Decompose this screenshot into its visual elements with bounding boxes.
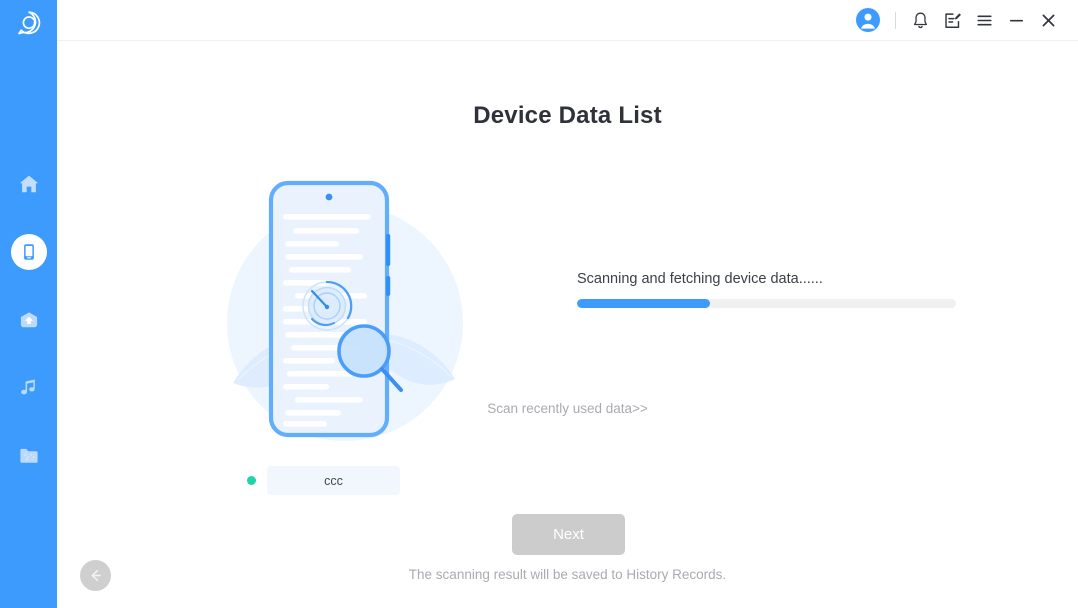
account-button[interactable] xyxy=(849,0,887,40)
feedback-button[interactable] xyxy=(936,0,968,40)
minimize-icon xyxy=(1009,19,1023,21)
cloud-icon xyxy=(18,309,40,331)
page-title: Device Data List xyxy=(473,102,662,129)
home-icon xyxy=(18,173,40,195)
sidebar xyxy=(0,0,57,608)
device-entry: ccc xyxy=(247,466,400,495)
scan-status-text: Scanning and fetching device data...... xyxy=(577,271,823,287)
sidebar-item-music[interactable] xyxy=(0,354,57,422)
sidebar-item-home[interactable] xyxy=(0,150,57,218)
bell-icon xyxy=(913,12,927,28)
music-note-icon xyxy=(18,377,40,399)
device-status-dot xyxy=(247,476,256,485)
scan-status-panel: Scanning and fetching device data...... xyxy=(577,271,957,308)
scan-progress-bar xyxy=(577,299,956,308)
device-name-chip[interactable]: ccc xyxy=(267,466,400,495)
scan-progress-fill xyxy=(577,299,710,308)
edit-note-icon xyxy=(944,12,961,28)
title-bar xyxy=(57,0,1078,41)
next-button[interactable]: Next xyxy=(512,514,625,555)
application-window: Device Data List Scanning and fetching d… xyxy=(0,0,1078,608)
close-icon xyxy=(1042,14,1054,26)
minimize-button[interactable] xyxy=(1000,0,1032,40)
menu-button[interactable] xyxy=(968,0,1000,40)
app-logo-icon[interactable] xyxy=(12,6,45,39)
notifications-button[interactable] xyxy=(904,0,936,40)
sidebar-item-backup[interactable] xyxy=(0,286,57,354)
scan-recent-data-link[interactable]: Scan recently used data>> xyxy=(57,401,1078,416)
sidebar-item-files[interactable] xyxy=(0,422,57,490)
footer-note: The scanning result will be saved to His… xyxy=(408,567,727,582)
scanning-dial-icon xyxy=(302,280,353,331)
folder-icon xyxy=(18,445,40,467)
back-button[interactable] xyxy=(80,560,111,591)
scanning-illustration xyxy=(217,171,467,461)
window-tools xyxy=(849,0,1064,40)
arrow-left-icon xyxy=(91,569,101,582)
hamburger-menu-icon xyxy=(976,15,992,25)
sidebar-item-device[interactable] xyxy=(0,218,57,286)
toolbar-divider xyxy=(895,11,896,29)
user-avatar-icon xyxy=(856,8,880,32)
phone-icon xyxy=(18,241,40,263)
sidebar-nav xyxy=(0,150,57,490)
main-content: Device Data List Scanning and fetching d… xyxy=(57,41,1078,608)
close-button[interactable] xyxy=(1032,0,1064,40)
